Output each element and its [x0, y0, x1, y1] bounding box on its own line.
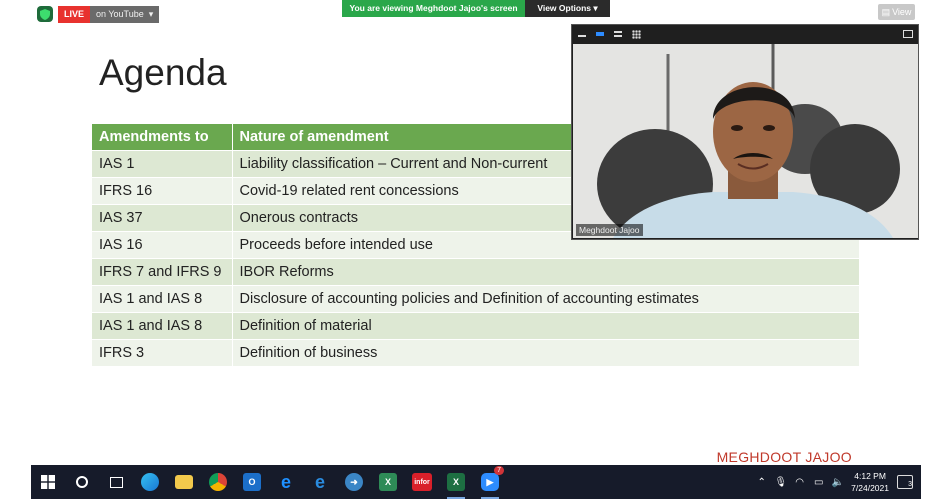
- volume-icon[interactable]: 🔈: [831, 477, 843, 488]
- internet-explorer-icon: e: [280, 471, 291, 492]
- view-options-button[interactable]: View Options ▾: [525, 0, 610, 17]
- edge-legacy-icon: e: [314, 471, 325, 492]
- edge-icon: [141, 473, 159, 491]
- table-cell-standard: IAS 1 and IAS 8: [92, 311, 233, 339]
- table-cell-standard: IAS 37: [92, 203, 233, 231]
- excel-icon: X: [447, 473, 465, 491]
- table-cell-nature: Disclosure of accounting policies and De…: [232, 284, 860, 312]
- app-blue-icon: ➜: [345, 473, 363, 491]
- table-cell-standard: IAS 1 and IAS 8: [92, 284, 233, 312]
- slide-title: Agenda: [99, 52, 227, 93]
- zoom-notification-badge: 7: [494, 466, 504, 475]
- viewing-screen-label: You are viewing Meghdoot Jajoo's screen: [342, 0, 525, 17]
- presenter-signature: MEGHDOOT JAJOO: [716, 449, 852, 465]
- gallery-view-icon[interactable]: [632, 29, 641, 39]
- chevron-down-icon: ▾: [148, 9, 154, 19]
- speaker-video: Meghdoot Jajoo: [573, 44, 918, 238]
- taskbar-excel-green[interactable]: X: [371, 465, 405, 499]
- taskbar-chrome[interactable]: [201, 465, 235, 499]
- task-view-button[interactable]: [99, 465, 133, 499]
- live-label: LIVE: [58, 6, 91, 23]
- speaker-video-frame: [573, 44, 918, 238]
- wifi-icon[interactable]: ◠: [794, 477, 805, 488]
- table-cell-standard: IFRS 16: [92, 176, 233, 204]
- view-button[interactable]: ▤ View: [878, 4, 915, 20]
- screen: LIVE on YouTube ▾ You are viewing Meghdo…: [0, 0, 950, 499]
- live-target: on YouTube ▾: [90, 6, 160, 23]
- table-row: IAS 1 and IAS 8 Disclosure of accounting…: [92, 284, 860, 312]
- speaker-video-panel[interactable]: Meghdoot Jajoo: [571, 24, 919, 240]
- chrome-icon: [209, 473, 227, 491]
- taskbar-infor[interactable]: infor: [405, 465, 439, 499]
- task-view-icon: [109, 476, 123, 488]
- file-explorer-icon: [175, 475, 193, 489]
- speaker-name-label: Meghdoot Jajoo: [576, 224, 643, 236]
- screen-share-banner: You are viewing Meghdoot Jajoo's screen …: [342, 0, 610, 17]
- video-toolbar: [572, 25, 918, 43]
- taskbar-clock[interactable]: 4:12 PM 7/24/2021: [851, 470, 889, 494]
- live-target-label: on YouTube: [96, 9, 144, 19]
- active-speaker-view-icon[interactable]: [596, 32, 604, 36]
- taskbar-zoom[interactable]: ▶ 7: [473, 465, 507, 499]
- view-layout-icon: ▤: [881, 6, 891, 17]
- exit-fullscreen-icon[interactable]: [903, 30, 913, 38]
- chevron-up-icon[interactable]: ⌃: [756, 477, 767, 488]
- taskbar-app-blue[interactable]: ➜: [337, 465, 371, 499]
- table-cell-nature: Definition of business: [232, 338, 860, 366]
- clock-date: 7/24/2021: [851, 483, 889, 493]
- microphone-icon[interactable]: 🎙: [774, 477, 787, 488]
- taskbar-edge-legacy[interactable]: e: [303, 465, 337, 499]
- table-row: IFRS 7 and IFRS 9 IBOR Reforms: [92, 257, 860, 285]
- infor-icon: infor: [412, 473, 432, 491]
- notification-count: 3: [908, 481, 912, 488]
- taskbar-outlook[interactable]: O: [235, 465, 269, 499]
- start-button[interactable]: [31, 465, 65, 499]
- table-cell-standard: IFRS 3: [92, 338, 233, 366]
- taskbar-excel[interactable]: X: [439, 465, 473, 499]
- table-cell-standard: IAS 1: [92, 149, 233, 177]
- excel-green-icon: X: [379, 473, 397, 491]
- minimize-icon[interactable]: [578, 31, 586, 37]
- table-cell-nature: IBOR Reforms: [232, 257, 860, 285]
- table-row: IFRS 3 Definition of business: [92, 338, 860, 366]
- security-shield-icon[interactable]: [37, 6, 53, 22]
- search-button[interactable]: [65, 465, 99, 499]
- outlook-icon: O: [243, 473, 261, 491]
- system-tray: ⌃ 🎙 ◠ ▭ 🔈 4:12 PM 7/24/2021 3: [756, 465, 921, 499]
- view-button-label: View: [892, 7, 912, 17]
- table-cell-standard: IAS 16: [92, 230, 233, 258]
- notification-center-icon[interactable]: 3: [897, 475, 913, 489]
- battery-icon[interactable]: ▭: [813, 477, 824, 488]
- search-icon: [76, 476, 88, 488]
- header-amendments-to: Amendments to: [92, 124, 233, 150]
- table-cell-nature: Definition of material: [232, 311, 860, 339]
- table-cell-standard: IFRS 7 and IFRS 9: [92, 257, 233, 285]
- live-stream-badge[interactable]: LIVE on YouTube ▾: [58, 6, 160, 23]
- clock-time: 4:12 PM: [854, 471, 886, 481]
- taskbar-file-explorer[interactable]: [167, 465, 201, 499]
- strip-view-icon[interactable]: [614, 31, 622, 37]
- taskbar-edge[interactable]: [133, 465, 167, 499]
- windows-taskbar: O e e ➜ X infor X ▶ 7 ⌃ 🎙 ◠ ▭ 🔈 4:12 PM …: [31, 465, 921, 499]
- zoom-icon: ▶: [481, 473, 499, 491]
- table-row: IAS 1 and IAS 8 Definition of material: [92, 311, 860, 339]
- taskbar-internet-explorer[interactable]: e: [269, 465, 303, 499]
- windows-logo-icon: [41, 475, 55, 489]
